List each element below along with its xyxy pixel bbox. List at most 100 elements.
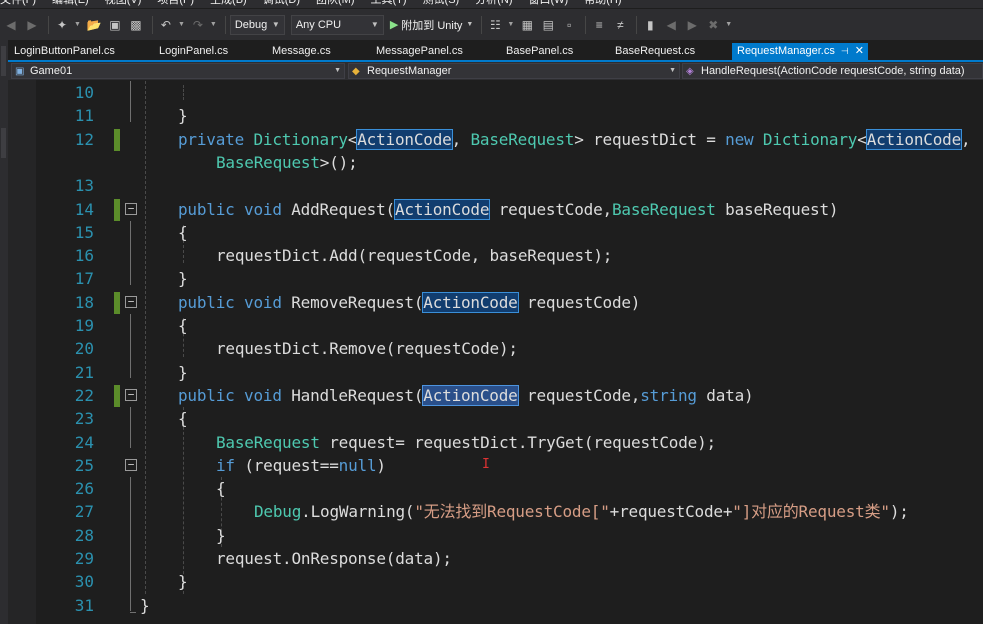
code-line[interactable]: requestDict.Remove(requestCode); <box>216 337 518 360</box>
outline-connector-line <box>130 314 131 378</box>
highlighted-reference: ActionCode <box>393 198 491 220</box>
tab-message[interactable]: Message.cs <box>272 43 331 60</box>
tab-label: RequestManager.cs <box>737 45 835 57</box>
save-icon[interactable]: ▣ <box>106 16 124 34</box>
code-line[interactable]: } <box>178 570 188 593</box>
collapse-outline-icon[interactable]: − <box>125 388 137 401</box>
menu-item[interactable]: 项目(P) <box>149 0 202 8</box>
menu-item[interactable]: 调试(D) <box>255 0 308 8</box>
class-view-icon[interactable]: ▤ <box>539 16 557 34</box>
tab-basepanel[interactable]: BasePanel.cs <box>506 43 573 60</box>
undo-icon[interactable]: ↶ <box>157 16 175 34</box>
collapse-outline-icon[interactable]: − <box>125 458 137 471</box>
code-line[interactable]: } <box>178 104 188 127</box>
uncomment-lines-icon[interactable]: ≠ <box>611 16 629 34</box>
navigate-forward-icon[interactable]: ▶ <box>23 16 41 34</box>
menu-item[interactable]: 窗口(W) <box>521 0 577 8</box>
next-bookmark-icon[interactable]: ▶ <box>683 16 701 34</box>
menu-item[interactable]: 工具(T) <box>363 0 415 8</box>
server-explorer-tab[interactable] <box>1 46 6 76</box>
code-line[interactable]: { <box>178 221 188 244</box>
menu-item[interactable]: 视图(V) <box>97 0 150 8</box>
redo-icon[interactable]: ↷ <box>189 16 207 34</box>
mouse-ibeam-cursor-icon: I <box>482 457 490 472</box>
chevron-down-icon[interactable]: ▼ <box>725 21 732 28</box>
code-line[interactable]: } <box>140 594 150 617</box>
menu-item[interactable]: 文件(F) <box>0 0 44 8</box>
menu-item[interactable]: 生成(B) <box>202 0 255 8</box>
chevron-down-icon[interactable]: ▼ <box>210 21 217 28</box>
open-file-icon[interactable]: 📂 <box>85 16 103 34</box>
attach-to-unity-button[interactable]: ▶ 附加到 Unity ▼ <box>390 17 474 33</box>
toolbox-tab[interactable] <box>1 128 6 158</box>
collapse-outline-icon[interactable]: − <box>125 202 137 215</box>
code-token: < <box>857 129 867 149</box>
code-token: ) <box>376 455 386 475</box>
code-line[interactable]: } <box>178 267 188 290</box>
code-line[interactable]: { <box>178 314 188 337</box>
navigate-back-icon[interactable]: ◀ <box>2 16 20 34</box>
outline-connector-line <box>130 220 131 285</box>
type-dropdown[interactable]: ◆ RequestManager ▼ <box>348 63 680 79</box>
previous-bookmark-icon[interactable]: ◀ <box>662 16 680 34</box>
clear-bookmarks-icon[interactable]: ✖ <box>704 16 722 34</box>
code-line[interactable]: private Dictionary<ActionCode, BaseReque… <box>178 128 971 151</box>
code-line[interactable]: requestDict.Add(requestCode, baseRequest… <box>216 244 612 267</box>
tab-baserequest[interactable]: BaseRequest.cs <box>615 43 695 60</box>
platform-select[interactable]: Any CPU ▼ <box>290 14 384 35</box>
member-dropdown[interactable]: ◈ HandleRequest(ActionCode requestCode, … <box>682 63 983 79</box>
code-editor[interactable]: 10 11 12 13 14 15 16 17 18 19 20 21 22 23 24 25 26 27 28 29… <box>8 80 983 624</box>
tab-messagepanel[interactable]: MessagePanel.cs <box>376 43 463 60</box>
tab-label: LoginPanel.cs <box>159 45 229 57</box>
code-line[interactable]: public void HandleRequest(ActionCode req… <box>178 384 754 407</box>
configuration-select[interactable]: Debug ▼ <box>229 14 285 35</box>
menu-item[interactable]: 团队(M) <box>308 0 363 8</box>
collapse-outline-icon[interactable]: − <box>125 295 137 308</box>
code-line[interactable]: } <box>178 361 188 384</box>
member-name: HandleRequest(ActionCode requestCode, st… <box>701 65 965 77</box>
outline-connector-line <box>130 81 131 122</box>
save-all-icon[interactable]: ▩ <box>127 16 145 34</box>
menu-item[interactable]: 分析(N) <box>467 0 520 8</box>
code-line[interactable]: public void RemoveRequest(ActionCode req… <box>178 291 640 314</box>
code-line[interactable]: { <box>178 407 188 430</box>
comment-lines-icon[interactable]: ≡ <box>590 16 608 34</box>
solution-explorer-icon[interactable]: ▦ <box>518 16 536 34</box>
code-token: +requestCode+ <box>609 502 733 522</box>
code-token: .LogWarning( <box>301 502 415 522</box>
highlighted-reference: ActionCode <box>422 291 519 313</box>
code-line[interactable]: { <box>216 477 226 500</box>
tab-loginbuttonpanel[interactable]: LoginButtonPanel.cs <box>14 43 115 60</box>
code-line[interactable]: BaseRequest request= requestDict.TryGet(… <box>216 431 716 454</box>
menu-item[interactable]: 编辑(E) <box>44 0 97 8</box>
configuration-value: Debug <box>234 18 268 31</box>
code-token: public <box>178 199 245 219</box>
outline-connector-line <box>130 407 131 448</box>
menu-item[interactable]: 帮助(H) <box>576 0 629 8</box>
properties-icon[interactable]: ▫ <box>560 16 578 34</box>
chevron-down-icon[interactable]: ▼ <box>178 21 185 28</box>
project-dropdown[interactable]: ▣ Game01 ▼ <box>11 63 345 79</box>
code-line[interactable]: } <box>216 524 226 547</box>
close-icon[interactable]: ✕ <box>855 43 864 60</box>
code-line[interactable]: public void AddRequest(ActionCode reques… <box>178 198 839 221</box>
new-project-icon[interactable]: ✦ <box>53 16 71 34</box>
code-token: RemoveRequest( <box>291 292 424 312</box>
browser-link-icon[interactable]: ☷ <box>486 16 504 34</box>
line-number: 20 <box>74 339 94 359</box>
toolbar-separator <box>636 15 638 34</box>
bookmark-icon[interactable]: ▮ <box>641 16 659 34</box>
pin-icon[interactable]: ⊣ <box>841 43 849 60</box>
menu-item[interactable]: 测试(S) <box>415 0 468 8</box>
code-token: request= requestDict.TryGet(requestCode)… <box>319 432 716 452</box>
code-line[interactable]: if (request==null) <box>216 454 386 477</box>
chevron-down-icon[interactable]: ▼ <box>507 21 514 28</box>
chevron-down-icon[interactable]: ▼ <box>74 21 81 28</box>
code-line[interactable]: Debug.LogWarning("无法找到RequestCode["+requ… <box>254 500 909 523</box>
tab-loginpanel[interactable]: LoginPanel.cs <box>159 43 228 60</box>
play-icon: ▶ <box>389 19 399 31</box>
project-name: Game01 <box>30 65 73 77</box>
code-line[interactable]: request.OnResponse(data); <box>216 547 452 570</box>
tab-requestmanager[interactable]: RequestManager.cs ⊣ ✕ <box>732 43 868 60</box>
code-line[interactable]: BaseRequest>(); <box>216 151 358 174</box>
